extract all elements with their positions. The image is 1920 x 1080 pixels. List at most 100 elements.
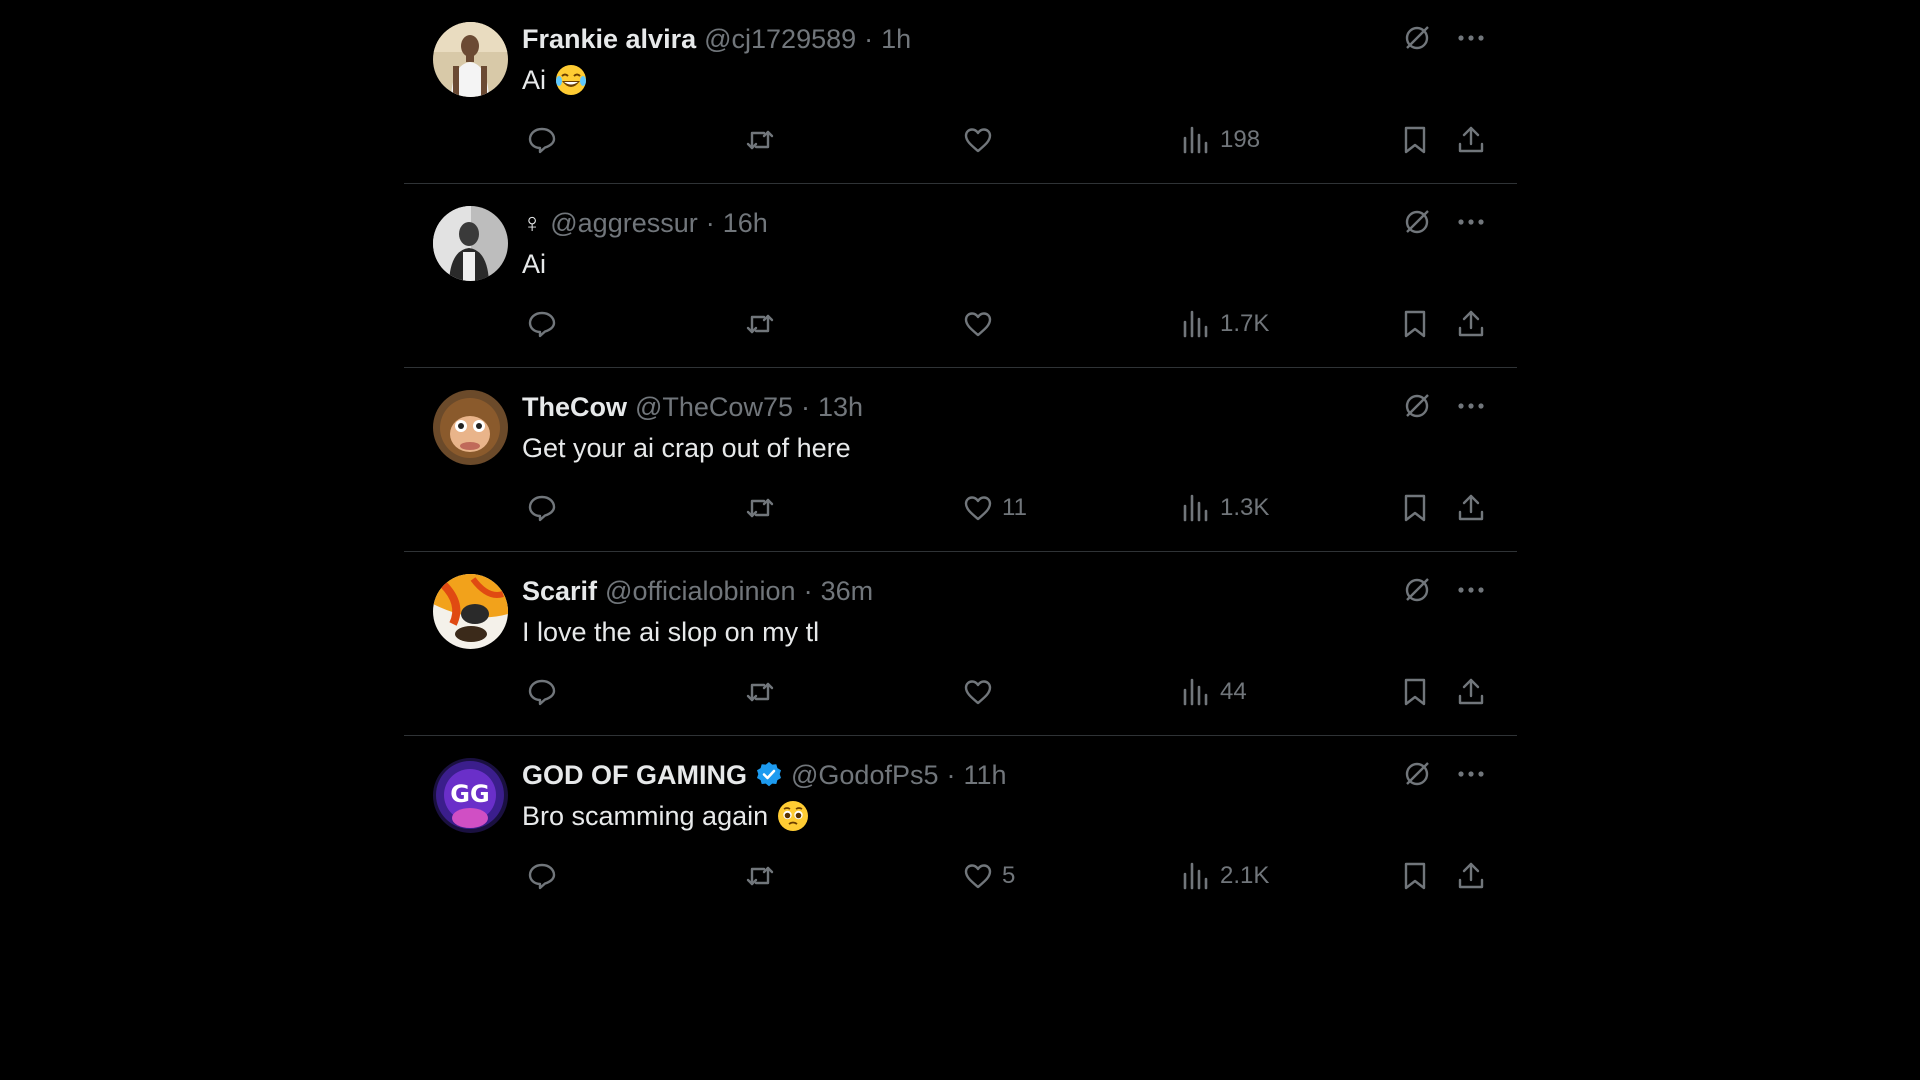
timestamp[interactable]: 11h xyxy=(964,758,1007,792)
tweet[interactable]: Scarif @officialobinion · 36m I love the… xyxy=(404,552,1517,736)
more-options-icon[interactable] xyxy=(1455,206,1487,238)
reply-button[interactable] xyxy=(526,488,558,528)
timestamp[interactable]: 13h xyxy=(818,390,863,424)
avatar[interactable] xyxy=(433,574,508,649)
like-count: 5 xyxy=(1002,862,1016,889)
timestamp[interactable]: 36m xyxy=(821,574,874,608)
share-button[interactable] xyxy=(1455,488,1487,528)
tweet-actions: 44 xyxy=(522,672,1487,712)
like-button[interactable] xyxy=(962,304,1002,344)
pleading-face-icon xyxy=(776,799,810,833)
tweet-actions: 198 xyxy=(522,120,1487,160)
reply-button[interactable] xyxy=(526,304,558,344)
share-button[interactable] xyxy=(1455,672,1487,712)
user-handle[interactable]: @GodofPs5 xyxy=(791,758,939,792)
grok-icon[interactable] xyxy=(1401,206,1433,238)
tweet-header: GOD OF GAMING @GodofPs5 · 11h xyxy=(522,758,1007,792)
tweet-header: Frankie alvira @cj1729589 · 1h xyxy=(522,22,911,56)
grok-icon[interactable] xyxy=(1401,758,1433,790)
user-handle[interactable]: @officialobinion xyxy=(605,574,796,608)
tweet-text: Get your ai crap out of here xyxy=(522,431,851,465)
more-options-icon[interactable] xyxy=(1455,390,1487,422)
reply-button[interactable] xyxy=(526,672,558,712)
face-with-tears-of-joy-icon xyxy=(554,63,588,97)
like-button[interactable] xyxy=(962,120,1002,160)
views-button[interactable]: 2.1K xyxy=(1180,856,1269,896)
display-name[interactable]: Scarif xyxy=(522,574,597,608)
views-button[interactable]: 1.3K xyxy=(1180,488,1269,528)
bookmark-button[interactable] xyxy=(1399,304,1431,344)
reply-button[interactable] xyxy=(526,120,558,160)
tweet-top-actions xyxy=(1401,758,1487,790)
avatar[interactable] xyxy=(433,206,508,281)
like-button[interactable] xyxy=(962,672,1002,712)
tweet-top-actions xyxy=(1401,206,1487,238)
views-button[interactable]: 1.7K xyxy=(1180,304,1269,344)
like-button[interactable]: 11 xyxy=(962,488,1027,528)
bookmark-button[interactable] xyxy=(1399,672,1431,712)
separator: · xyxy=(800,392,810,422)
views-button[interactable]: 198 xyxy=(1180,120,1260,160)
tweet-text-content: Bro scamming again xyxy=(522,801,769,831)
separator: · xyxy=(803,576,813,606)
more-options-icon[interactable] xyxy=(1455,22,1487,54)
timestamp[interactable]: 16h xyxy=(723,206,768,240)
like-button[interactable]: 5 xyxy=(962,856,1015,896)
tweet[interactable]: GG GOD OF GAMING @GodofPs5 · 11h Bro sca… xyxy=(404,736,1517,920)
view-count: 1.3K xyxy=(1220,494,1270,521)
tweet-text: I love the ai slop on my tl xyxy=(522,615,819,649)
views-button[interactable]: 44 xyxy=(1180,672,1247,712)
grok-icon[interactable] xyxy=(1401,22,1433,54)
display-name[interactable]: GOD OF GAMING xyxy=(522,758,747,792)
separator: · xyxy=(946,760,956,790)
tweet-text: Ai xyxy=(522,247,546,281)
view-count: 1.7K xyxy=(1220,310,1270,337)
separator: · xyxy=(864,24,874,54)
retweet-button[interactable] xyxy=(744,856,776,896)
more-options-icon[interactable] xyxy=(1455,574,1487,606)
bookmark-button[interactable] xyxy=(1399,488,1431,528)
display-name[interactable]: ♀ xyxy=(522,206,542,240)
more-options-icon[interactable] xyxy=(1455,758,1487,790)
retweet-button[interactable] xyxy=(744,120,776,160)
retweet-button[interactable] xyxy=(744,488,776,528)
bookmark-button[interactable] xyxy=(1399,120,1431,160)
tweet-actions: 5 2.1K xyxy=(522,856,1487,896)
user-handle[interactable]: @TheCow75 xyxy=(635,390,793,424)
view-count: 2.1K xyxy=(1220,862,1270,889)
tweet-header: TheCow @TheCow75 · 13h xyxy=(522,390,863,424)
retweet-button[interactable] xyxy=(744,304,776,344)
tweet-top-actions xyxy=(1401,22,1487,54)
share-button[interactable] xyxy=(1455,856,1487,896)
grok-icon[interactable] xyxy=(1401,574,1433,606)
tweet-header: Scarif @officialobinion · 36m xyxy=(522,574,873,608)
display-name[interactable]: TheCow xyxy=(522,390,627,424)
user-handle[interactable]: @cj1729589 xyxy=(704,22,856,56)
avatar[interactable] xyxy=(433,22,508,97)
view-count: 44 xyxy=(1220,678,1247,705)
tweet[interactable]: Frankie alvira @cj1729589 · 1h Ai 198 xyxy=(404,0,1517,184)
timestamp[interactable]: 1h xyxy=(881,22,911,56)
tweet-text: Ai xyxy=(522,63,588,97)
tweet-text-content: I love the ai slop on my tl xyxy=(522,617,820,647)
view-count: 198 xyxy=(1220,126,1261,153)
tweet-actions: 1.7K xyxy=(522,304,1487,344)
tweet[interactable]: TheCow @TheCow75 · 13h Get your ai crap … xyxy=(404,368,1517,552)
tweet-text-content: Ai xyxy=(522,249,547,279)
tweet-actions: 11 1.3K xyxy=(522,488,1487,528)
tweet-text-content: Get your ai crap out of here xyxy=(522,433,851,463)
avatar[interactable] xyxy=(433,390,508,465)
user-handle[interactable]: @aggressur xyxy=(550,206,697,240)
reply-button[interactable] xyxy=(526,856,558,896)
like-count: 11 xyxy=(1002,494,1027,521)
tweet[interactable]: ♀ @aggressur · 16h Ai 1.7K xyxy=(404,184,1517,368)
avatar[interactable]: GG xyxy=(433,758,508,833)
share-button[interactable] xyxy=(1455,304,1487,344)
tweet-text-content: Ai xyxy=(522,65,547,95)
display-name[interactable]: Frankie alvira xyxy=(522,22,696,56)
grok-icon[interactable] xyxy=(1401,390,1433,422)
retweet-button[interactable] xyxy=(744,672,776,712)
bookmark-button[interactable] xyxy=(1399,856,1431,896)
verified-badge-icon[interactable] xyxy=(755,761,783,789)
share-button[interactable] xyxy=(1455,120,1487,160)
